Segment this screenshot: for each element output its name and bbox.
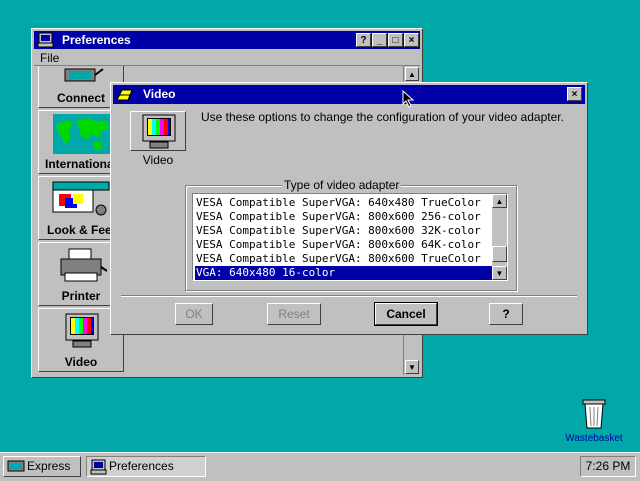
menu-file[interactable]: File — [40, 51, 59, 65]
list-item-selected[interactable]: VGA: 640x480 16-color — [195, 266, 493, 280]
close-button[interactable]: × — [567, 87, 582, 101]
video-heading-icon: Video — [127, 111, 189, 167]
cancel-button[interactable]: Cancel — [374, 302, 438, 326]
printer-icon — [57, 247, 108, 288]
world-map-icon — [53, 114, 111, 157]
look-and-feel-icon — [51, 180, 111, 223]
clock: 7:26 PM — [580, 456, 636, 477]
video-content: Video Use these options to change the co… — [113, 105, 585, 332]
preferences-titlebar[interactable]: Preferences ? _ □ × — [34, 31, 420, 49]
adapter-list-scrollbar[interactable]: ▲ ▼ — [492, 194, 507, 280]
video-dialog[interactable]: Video × Video Use these options to chang… — [110, 82, 588, 335]
system-menu-icon[interactable] — [37, 32, 55, 48]
list-item[interactable]: VESA Compatible SuperVGA: 640x480 TrueCo… — [195, 196, 481, 210]
maximize-button[interactable]: □ — [388, 33, 403, 47]
dialog-separator — [121, 295, 577, 297]
scroll-up-icon[interactable]: ▲ — [405, 67, 419, 81]
system-menu-icon[interactable] — [116, 87, 134, 102]
preferences-icon — [90, 459, 108, 481]
list-item[interactable]: VESA Compatible SuperVGA: 800x600 TrueCo… — [195, 252, 481, 266]
close-button[interactable]: × — [404, 33, 419, 47]
help-button[interactable]: ? — [489, 303, 523, 325]
video-title: Video — [143, 87, 176, 101]
reset-button[interactable]: Reset — [267, 303, 321, 325]
taskbar-preferences-label: Preferences — [109, 459, 174, 473]
mouse-cursor-icon — [402, 89, 416, 111]
scroll-up-icon[interactable]: ▲ — [492, 194, 507, 208]
taskbar: Express Preferences 7:26 PM — [0, 452, 640, 481]
wastebasket-icon — [581, 398, 607, 433]
wastebasket-label: Wastebasket — [565, 433, 623, 444]
express-button[interactable]: Express — [3, 456, 81, 477]
adapter-listbox[interactable]: VESA Compatible SuperVGA: 640x480 TrueCo… — [192, 193, 508, 281]
scroll-down-icon[interactable]: ▼ — [405, 360, 419, 374]
preferences-title: Preferences — [62, 33, 131, 47]
video-description: Use these options to change the configur… — [201, 110, 564, 124]
minimize-button[interactable]: _ — [372, 33, 387, 47]
scroll-down-icon[interactable]: ▼ — [492, 266, 507, 280]
list-item[interactable]: VESA Compatible SuperVGA: 800x600 256-co… — [195, 210, 481, 224]
pref-item-label: Video — [64, 355, 98, 369]
menu-bar: File — [34, 49, 420, 66]
adapter-groupbox: Type of video adapter VESA Compatible Su… — [185, 178, 517, 291]
video-titlebar[interactable]: Video × — [113, 85, 585, 104]
list-item[interactable]: VESA Compatible SuperVGA: 800x600 32K-co… — [195, 224, 481, 238]
monitor-icon — [142, 114, 176, 153]
network-plug-icon — [61, 66, 105, 94]
video-icon-label: Video — [142, 153, 174, 167]
taskbar-preferences-button[interactable]: Preferences — [86, 456, 206, 477]
help-button[interactable]: ? — [356, 33, 371, 47]
express-icon — [7, 460, 25, 480]
wastebasket[interactable]: Wastebasket — [563, 398, 625, 446]
list-item[interactable]: VESA Compatible SuperVGA: 800x600 64K-co… — [195, 238, 481, 252]
monitor-icon — [65, 313, 99, 352]
ok-button[interactable]: OK — [175, 303, 213, 325]
scroll-thumb[interactable] — [492, 246, 507, 262]
adapter-group-title: Type of video adapter — [282, 178, 402, 192]
express-label: Express — [27, 459, 71, 473]
